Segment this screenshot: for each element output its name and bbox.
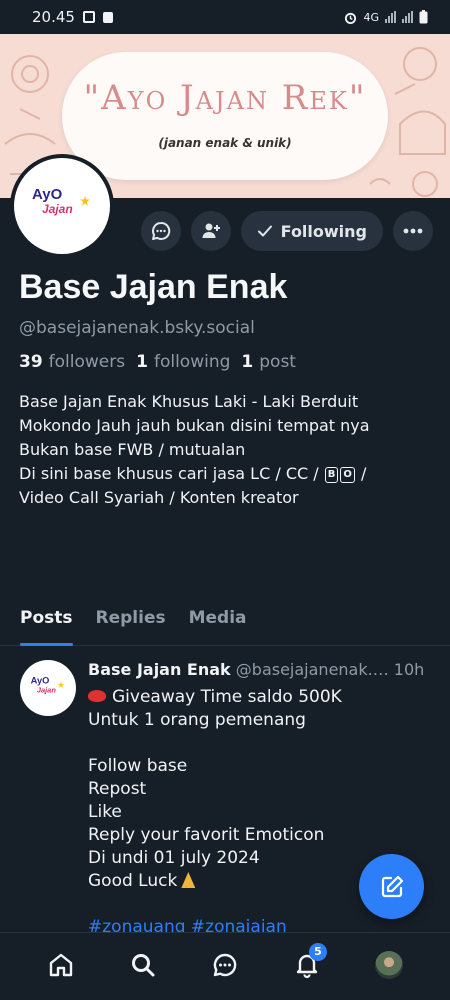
post-time: 10h <box>393 660 425 679</box>
following-label: following <box>153 352 231 372</box>
post-line-text: Good Luck <box>88 871 178 891</box>
tab-replies[interactable]: Replies <box>96 602 166 646</box>
post-line: Like <box>88 802 122 822</box>
ayo-jajan-logo: AyO Jajan <box>32 186 92 226</box>
nav-notifications[interactable]: 5 <box>285 942 329 987</box>
sparkle-icon <box>80 196 90 206</box>
banner-card: "Ayo Jajan Rek" (janan enak & unik) <box>62 52 388 180</box>
nav-profile[interactable] <box>367 943 411 987</box>
profile-avatar <box>375 950 403 979</box>
logo-text-jajan: Jajan <box>42 202 73 216</box>
post-author-name[interactable]: Base Jajan Enak <box>88 660 231 679</box>
bio-line: Mokondo Jauh jauh bukan disini tempat ny… <box>19 416 370 435</box>
b-button-emoji: B <box>324 467 339 483</box>
following-button-label: Following <box>280 221 367 241</box>
posts-stat: 1 post <box>241 352 296 372</box>
o-button-emoji: O <box>340 467 355 483</box>
messages-icon <box>213 953 237 976</box>
post-author-handle: @basejajanenak.… <box>235 660 389 679</box>
ayo-jajan-logo: AyO Jajan <box>31 676 66 701</box>
profile-stats: 39 followers 1 following 1 post <box>19 352 296 372</box>
post-line: Reply your favorit Emoticon <box>88 825 325 845</box>
posts-count: 1 <box>241 352 254 372</box>
logo-text-ayo: AyO <box>32 186 63 203</box>
banner-title: "Ayo Jajan Rek" <box>83 78 367 118</box>
post-header: Base Jajan Enak @basejajanenak.… 10h <box>88 660 438 679</box>
bio-line-text: Di sini base khusus cari jasa LC / CC / <box>19 464 319 483</box>
bio-line: Base Jajan Enak Khusus Laki - Laki Berdu… <box>19 392 359 411</box>
posts-label: post <box>259 352 296 372</box>
profile-handle: @basejajanenak.bsky.social <box>19 318 255 338</box>
status-bar: 20.45 4G <box>0 0 450 34</box>
following-count: 1 <box>136 352 148 372</box>
nav-messages[interactable] <box>203 943 247 987</box>
status-right: 4G <box>344 10 428 24</box>
kiss-mark-emoji <box>88 690 106 702</box>
battery-icon <box>419 10 428 24</box>
compose-icon <box>381 875 403 897</box>
profile-avatar[interactable]: AyO Jajan <box>10 154 114 258</box>
avatar-image: AyO Jajan <box>14 158 110 254</box>
post-author-avatar[interactable]: AyO Jajan <box>20 660 76 716</box>
post-line-text: Giveaway Time saldo 500K <box>112 687 342 707</box>
post-line: Untuk 1 orang pemenang <box>88 710 306 730</box>
following-stat[interactable]: 1 following <box>136 352 230 372</box>
signal-icon <box>385 11 396 23</box>
bio-line: Di sini base khusus cari jasa LC / CC / … <box>19 462 434 486</box>
home-icon <box>49 953 73 976</box>
post-line: Giveaway Time saldo 500K <box>88 686 428 709</box>
bottom-navigation: 5 <box>0 932 450 1000</box>
bio-line: Bukan base FWB / mutualan <box>19 440 246 459</box>
followers-count: 39 <box>19 352 43 372</box>
post-line: Repost <box>88 779 147 799</box>
following-button[interactable]: Following <box>240 211 383 251</box>
status-left: 20.45 <box>32 8 113 26</box>
more-icon <box>403 228 423 234</box>
post-hashtags[interactable]: #zonauang #zonajajan <box>88 916 428 932</box>
nav-search[interactable] <box>121 943 165 987</box>
display-name: Base Jajan Enak <box>19 268 288 306</box>
sparkle-icon <box>57 681 65 688</box>
profile-tabs: Posts Replies Media <box>0 602 450 646</box>
tab-posts[interactable]: Posts <box>20 602 73 646</box>
logo-text-jajan: Jajan <box>36 685 56 695</box>
banner-subtitle: (janan enak & unik) <box>158 136 292 150</box>
more-options-button[interactable] <box>393 211 433 251</box>
bio-line-text: / <box>360 464 367 483</box>
lock-icon <box>102 11 113 23</box>
search-icon <box>132 953 155 976</box>
chat-icon <box>151 221 170 240</box>
bio-line: Video Call Syariah / Konten kreator <box>19 488 299 507</box>
followers-stat[interactable]: 39 followers <box>19 352 125 372</box>
network-type: 4G <box>363 10 379 24</box>
signal-icon-2 <box>402 11 413 23</box>
compose-post-button[interactable] <box>359 854 424 919</box>
suggest-follows-button[interactable] <box>190 211 231 251</box>
alarm-icon <box>345 12 357 24</box>
check-icon <box>257 225 272 237</box>
folded-hands-emoji <box>181 872 196 888</box>
profile-bio: Base Jajan Enak Khusus Laki - Laki Berdu… <box>19 390 434 510</box>
notification-badge: 5 <box>309 942 327 961</box>
post-line: Follow base <box>88 756 188 776</box>
image-icon <box>82 11 95 23</box>
nav-home[interactable] <box>39 943 83 987</box>
tab-media[interactable]: Media <box>189 602 247 646</box>
status-time: 20.45 <box>32 8 75 26</box>
followers-label: followers <box>48 352 126 372</box>
profile-actions: Following <box>140 211 433 251</box>
add-person-icon <box>202 223 220 238</box>
message-button[interactable] <box>140 211 181 251</box>
